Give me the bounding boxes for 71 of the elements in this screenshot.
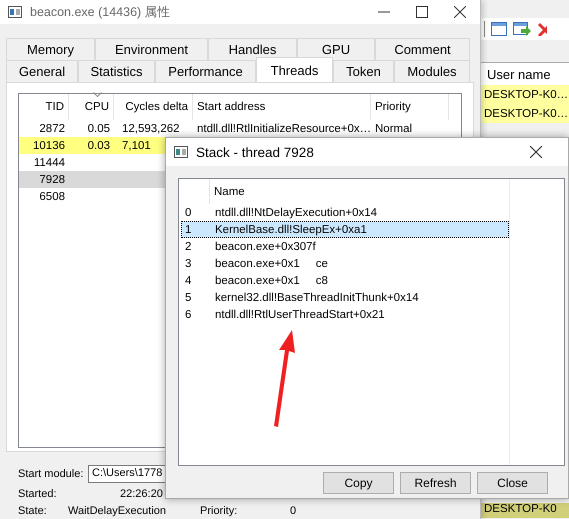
tab[interactable]: Modules [394, 60, 470, 82]
user-name-cell: DESKTOP-K0… [484, 88, 568, 100]
stack-frame-row[interactable]: 0 ntdll.dll!NtDelayExecution+0x14 [181, 204, 509, 221]
frame-name: ntdll.dll!RtlUserThreadStart+0x21 [215, 308, 385, 320]
window-icon[interactable] [491, 22, 507, 36]
maximize-icon[interactable] [416, 6, 428, 18]
table-cell: 2872 [39, 122, 65, 134]
field-value: 22:26:20 [120, 488, 163, 500]
tab[interactable]: Handles [208, 38, 297, 60]
frame-index: 4 [184, 274, 192, 286]
close-icon[interactable] [530, 146, 542, 158]
tab[interactable]: General [6, 60, 78, 82]
column-header[interactable]: Name [214, 186, 245, 198]
table-cell: ntdll.dll!RtlInitializeResource+0x… [197, 122, 371, 134]
tab[interactable]: Memory [6, 38, 95, 60]
frame-index: 5 [184, 292, 192, 304]
field-value: 0 [290, 504, 296, 516]
frame-name: c8 [316, 274, 328, 286]
frame-name: KernelBase.dll!SleepEx+0xa1 [215, 224, 367, 236]
column-header[interactable]: TID [45, 101, 64, 113]
column-header[interactable]: Start address [197, 101, 266, 113]
column-header[interactable]: Cycles delta [125, 101, 188, 113]
dialog-button[interactable]: Refresh [400, 472, 471, 494]
stack-frame-row[interactable]: 5 kernel32.dll!BaseThreadInitThunk+0x14 [181, 289, 509, 306]
window-icon [8, 6, 22, 18]
table-cell: 10136 [33, 140, 65, 152]
window-title: Stack - thread 7928 [196, 144, 315, 160]
frame-index: 6 [184, 308, 192, 320]
frame-name: beacon.exe+0x1 [215, 258, 300, 270]
field-label: Priority: [200, 504, 238, 516]
thread-row[interactable]: 2872 0.05 12,593,262 ntdll.dll!RtlInitializeResource+0x… Normal [19, 120, 461, 137]
frame-index: 3 [184, 258, 192, 270]
frame-index: 0 [184, 206, 192, 218]
table-cell: 7,101 [122, 140, 151, 152]
tab[interactable]: GPU [297, 38, 375, 60]
table-cell: 0.05 [88, 122, 110, 134]
window-icon [174, 146, 188, 158]
tab[interactable]: Performance [155, 60, 256, 82]
field-label: Start module: [18, 468, 84, 480]
frame-name: ce [316, 258, 328, 270]
column-header[interactable]: Priority [375, 101, 411, 113]
field-label: Started: [18, 488, 58, 500]
table-cell: Normal [375, 122, 412, 134]
tab[interactable]: Environment [95, 38, 208, 60]
table-cell: 12,593,262 [122, 122, 180, 134]
table-cell: 11444 [34, 156, 65, 168]
frame-name: ntdll.dll!NtDelayExecution+0x14 [215, 206, 378, 218]
tab[interactable]: Statistics [78, 60, 155, 82]
close-icon[interactable] [454, 6, 466, 18]
column-header[interactable]: CPU [84, 101, 109, 113]
tab[interactable]: Threads [256, 57, 333, 82]
table-cell: 7928 [39, 174, 65, 186]
frame-name: kernel32.dll!BaseThreadInitThunk+0x14 [215, 292, 419, 304]
frame-index: 1 [184, 224, 192, 236]
field-label: State: [18, 504, 48, 516]
tab[interactable]: Token [333, 60, 394, 82]
frame-name: beacon.exe+0x307f [215, 240, 316, 252]
frame-index: 2 [184, 240, 192, 252]
dialog-button[interactable]: Copy [323, 472, 394, 494]
tab[interactable]: Comment [375, 38, 470, 60]
stack-frame-row[interactable]: 1 KernelBase.dll!SleepEx+0xa1 [181, 221, 509, 238]
dialog-button[interactable]: Close [477, 472, 548, 494]
stack-frame-row[interactable]: 3 beacon.exe+0x1 ce [181, 255, 509, 272]
stack-frame-row[interactable]: 2 beacon.exe+0x307f [181, 238, 509, 255]
table-cell: 0.03 [88, 140, 110, 152]
stack-frame-row[interactable]: 6 ntdll.dll!RtlUserThreadStart+0x21 [181, 306, 509, 323]
field-value: WaitDelayExecution [68, 504, 168, 516]
user-name-cell: DESKTOP-K0… [484, 108, 568, 120]
frame-name: beacon.exe+0x1 [215, 274, 300, 286]
window-title: beacon.exe (14436) 属性 [30, 4, 172, 20]
stack-frame-row[interactable]: 4 beacon.exe+0x1 c8 [181, 272, 509, 289]
